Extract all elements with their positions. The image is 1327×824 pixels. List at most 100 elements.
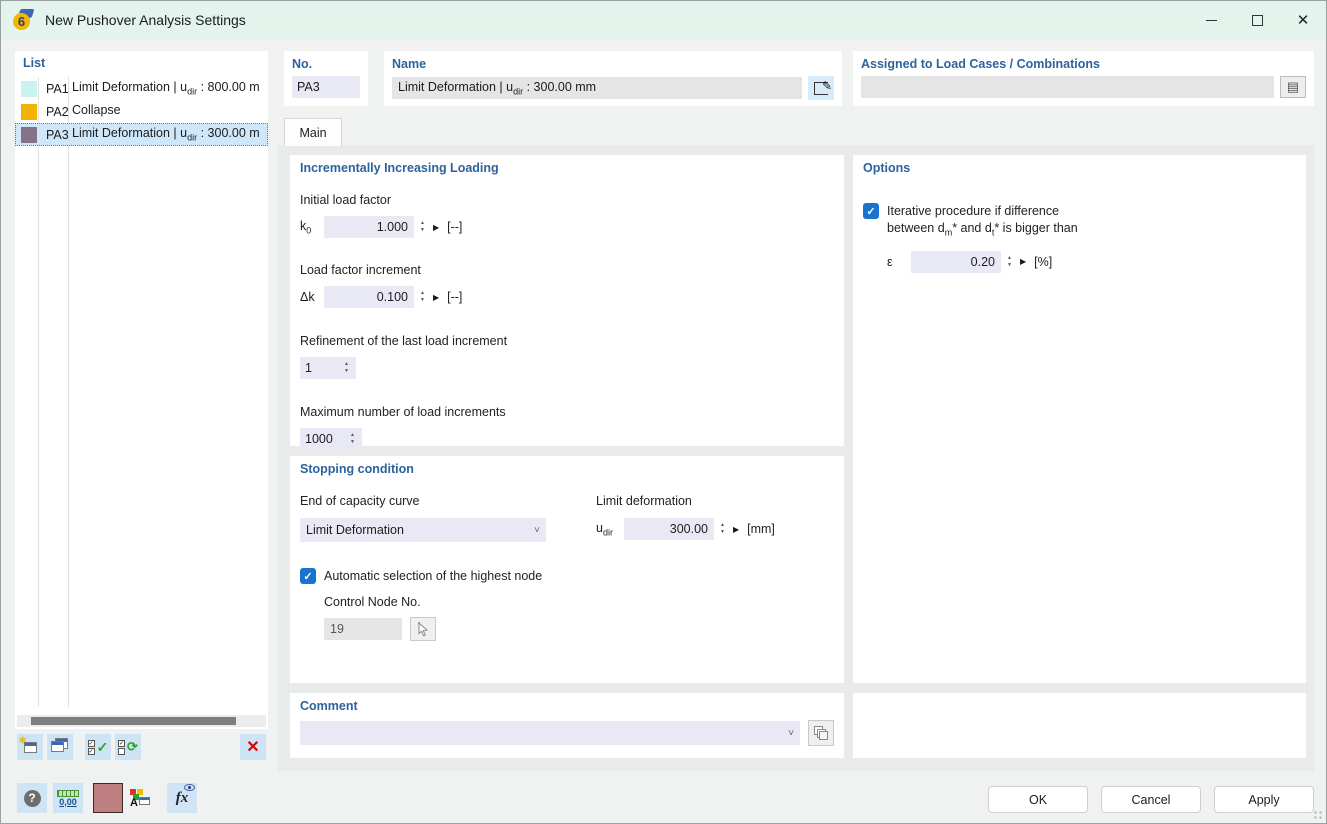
list-rows: PA1 Limit Deformation | udir : 800.00 m … — [15, 77, 268, 146]
spinner-up-down[interactable]: ▲▼ — [718, 522, 727, 536]
auto-highest-node-checkbox[interactable]: ✓ — [300, 568, 316, 584]
udir-symbol: udir — [596, 521, 624, 538]
max-increments-label: Maximum number of load increments — [300, 405, 834, 419]
color-swatch — [21, 81, 37, 97]
tab-main[interactable]: Main — [284, 118, 342, 146]
cancel-label: Cancel — [1132, 793, 1171, 807]
maximize-button[interactable] — [1234, 1, 1280, 39]
dialog-window: 6 New Pushover Analysis Settings ✕ List … — [0, 0, 1327, 824]
list-column-divider — [38, 77, 39, 707]
color-picker-button[interactable] — [93, 783, 123, 813]
auto-highest-node-label: Automatic selection of the highest node — [324, 569, 542, 583]
delete-x-icon: ✕ — [246, 737, 259, 757]
list-toolbar: ✶ ✓✓ ✓ ✓ ⟳ ✕ — [17, 734, 266, 760]
item-label: Limit Deformation | udir : 800.00 m — [72, 80, 260, 97]
resize-grip[interactable] — [1313, 810, 1323, 820]
copy-icon — [51, 741, 64, 752]
end-capacity-curve-select[interactable]: Limit Deformation ˅ — [300, 518, 546, 542]
copy-item-button[interactable] — [47, 734, 73, 760]
stopping-title: Stopping condition — [300, 462, 834, 476]
detail-arrow-button[interactable]: ▶ — [1020, 257, 1026, 266]
apply-button[interactable]: Apply — [1214, 786, 1314, 813]
max-increments-input[interactable]: 1000 ▲▼ — [300, 428, 362, 450]
spinner-up-down[interactable]: ▲▼ — [1005, 255, 1014, 269]
minimize-button[interactable] — [1188, 1, 1234, 39]
stacked-pages-icon — [814, 726, 828, 740]
initial-load-factor-input[interactable]: 1.000 — [324, 216, 414, 238]
name-header: Name — [392, 57, 834, 71]
formula-fx-icon: fx — [176, 790, 189, 807]
scrollbar-thumb[interactable] — [31, 717, 236, 725]
color-swatch — [21, 127, 37, 143]
ok-label: OK — [1029, 793, 1047, 807]
control-node-input[interactable]: 19 — [324, 618, 402, 640]
refinement-label: Refinement of the last load increment — [300, 334, 834, 348]
spinner-up-down[interactable]: ▲▼ — [348, 432, 357, 446]
color-swatch — [21, 104, 37, 120]
delta-k-symbol: Δk — [300, 290, 324, 304]
close-button[interactable]: ✕ — [1280, 1, 1326, 39]
units-settings-button[interactable]: 0,00 — [53, 783, 83, 813]
invert-selection-button[interactable]: ✓ ⟳ — [115, 734, 141, 760]
options-title: Options — [863, 161, 1296, 175]
comment-combobox[interactable]: ˅ — [300, 721, 800, 745]
options-section: Options ✓ Iterative procedure if differe… — [853, 155, 1306, 683]
node-picker-button[interactable] — [410, 617, 436, 641]
control-node-label: Control Node No. — [324, 595, 834, 609]
incremental-title: Incrementally Increasing Loading — [300, 161, 834, 175]
minimize-icon — [1206, 20, 1217, 21]
select-all-button[interactable]: ✓✓ ✓ — [85, 734, 111, 760]
iterative-procedure-checkbox[interactable]: ✓ — [863, 203, 879, 219]
formula-button[interactable]: fx — [167, 783, 197, 813]
name-input[interactable]: Limit Deformation | udir : 300.00 mm — [392, 77, 802, 99]
epsilon-unit: [%] — [1034, 255, 1052, 269]
title-bar: 6 New Pushover Analysis Settings ✕ — [1, 1, 1326, 39]
comment-templates-button[interactable] — [808, 720, 834, 746]
load-factor-increment-input[interactable]: 0.100 — [324, 286, 414, 308]
rename-button[interactable] — [808, 76, 834, 100]
display-settings-icon: A — [130, 789, 150, 807]
assign-load-cases-button[interactable]: ▤ — [1280, 76, 1306, 98]
new-star-icon: ✶ — [18, 734, 27, 747]
delete-item-button[interactable]: ✕ — [240, 734, 266, 760]
k0-symbol: k0 — [300, 219, 324, 236]
horizontal-scrollbar[interactable] — [17, 715, 266, 727]
detail-arrow-button[interactable]: ▶ — [433, 223, 439, 232]
ok-button[interactable]: OK — [988, 786, 1088, 813]
no-input[interactable]: PA3 — [292, 76, 360, 98]
list-item-pa2[interactable]: PA2 Collapse — [15, 100, 268, 123]
assigned-input[interactable] — [861, 76, 1274, 98]
spinner-up-down[interactable]: ▲▼ — [418, 220, 427, 234]
epsilon-input[interactable]: 0.20 — [911, 251, 1001, 273]
no-header: No. — [292, 57, 360, 71]
detail-arrow-button[interactable]: ▶ — [733, 525, 739, 534]
spinner-up-down[interactable]: ▲▼ — [418, 290, 427, 304]
list-item-pa1[interactable]: PA1 Limit Deformation | udir : 800.00 m — [15, 77, 268, 100]
detail-arrow-button[interactable]: ▶ — [433, 293, 439, 302]
limit-deformation-input[interactable]: 300.00 — [624, 518, 714, 540]
help-button[interactable]: ? — [17, 783, 47, 813]
item-label: Limit Deformation | udir : 300.00 m — [72, 126, 260, 143]
chevron-down-icon: ˅ — [788, 728, 794, 739]
eye-icon — [184, 784, 195, 791]
new-item-button[interactable]: ✶ — [17, 734, 43, 760]
display-settings-button[interactable]: A — [125, 783, 155, 813]
assigned-panel: Assigned to Load Cases / Combinations ▤ — [853, 51, 1314, 106]
checkboxes-icon: ✓✓ — [88, 740, 95, 755]
maximize-icon — [1252, 15, 1263, 26]
item-id: PA1 — [46, 82, 72, 96]
help-icon: ? — [24, 790, 41, 807]
item-id: PA3 — [46, 128, 72, 142]
spinner-up-down[interactable]: ▲▼ — [342, 361, 351, 375]
analysis-list-panel: List PA1 Limit Deformation | udir : 800.… — [15, 51, 268, 729]
list-column-divider — [68, 77, 69, 707]
logo-number: 6 — [13, 13, 30, 30]
refresh-arrows-icon: ⟳ — [127, 739, 138, 755]
list-item-pa3-selected[interactable]: PA3 Limit Deformation | udir : 300.00 m — [15, 123, 268, 146]
no-value: PA3 — [297, 80, 320, 94]
end-capacity-curve-label: End of capacity curve — [300, 494, 572, 508]
refinement-input[interactable]: 1 ▲▼ — [300, 357, 356, 379]
comment-title: Comment — [300, 699, 834, 713]
number-panel: No. PA3 — [284, 51, 368, 106]
cancel-button[interactable]: Cancel — [1101, 786, 1201, 813]
